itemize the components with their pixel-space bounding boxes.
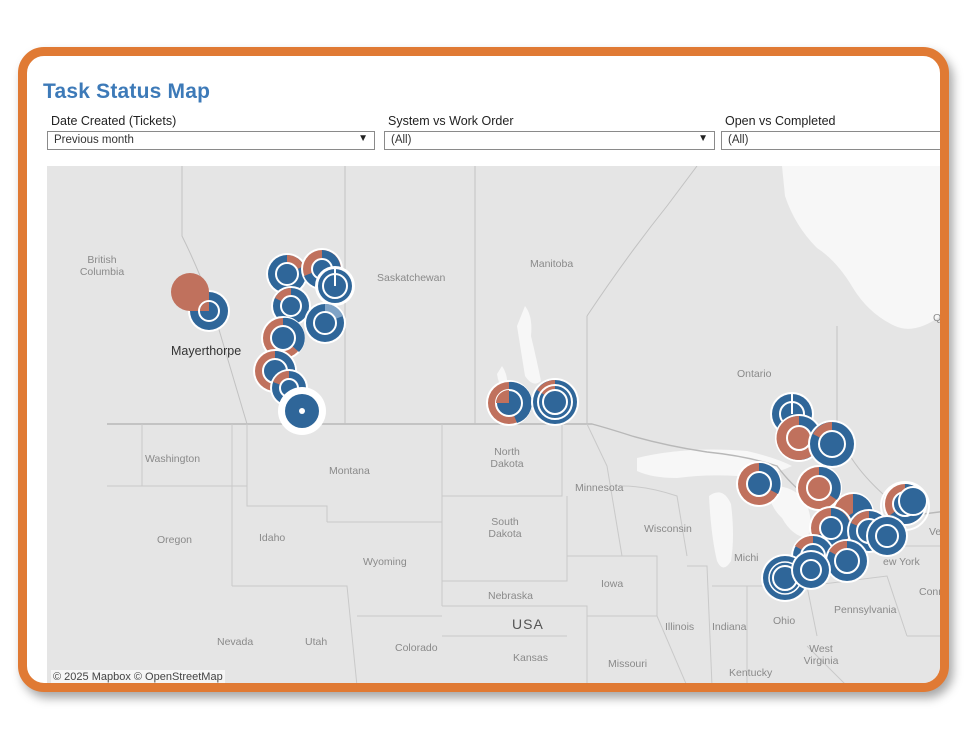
task-marker[interactable] — [866, 515, 908, 557]
task-marker[interactable] — [304, 302, 346, 344]
task-marker[interactable] — [791, 550, 831, 590]
filter-date-created: Date Created (Tickets) Previous month ▼ — [47, 114, 375, 150]
dashboard-title: Task Status Map — [43, 80, 211, 103]
caret-down-icon: ▼ — [358, 133, 368, 144]
filter-open-completed: Open vs Completed (All) — [721, 114, 940, 150]
map-attribution[interactable]: © 2025 Mapbox © OpenStreetMap — [51, 670, 225, 683]
date-created-dropdown[interactable]: Previous month ▼ — [47, 131, 375, 150]
filter-label: Date Created (Tickets) — [51, 114, 177, 128]
task-marker[interactable] — [278, 387, 326, 435]
dashboard-frame: Task Status Map Date Created (Tickets) P… — [18, 47, 949, 692]
task-markers — [171, 248, 930, 602]
caret-down-icon: ▼ — [698, 133, 708, 144]
filter-system-work-order: System vs Work Order (All) ▼ — [384, 114, 715, 150]
task-marker[interactable] — [736, 461, 782, 507]
task-marker[interactable] — [315, 266, 355, 306]
task-marker[interactable] — [171, 273, 230, 332]
dropdown-value: (All) — [391, 134, 412, 146]
dropdown-value: (All) — [728, 134, 749, 146]
task-marker[interactable] — [808, 420, 856, 468]
task-status-map[interactable]: British Columbia Saskatchewan Manitoba O… — [47, 166, 940, 683]
filter-label: Open vs Completed — [725, 114, 836, 128]
system-work-order-dropdown[interactable]: (All) ▼ — [384, 131, 715, 150]
open-completed-dropdown[interactable]: (All) — [721, 131, 940, 150]
task-marker[interactable] — [825, 539, 869, 583]
filter-label: System vs Work Order — [388, 114, 514, 128]
task-marker[interactable] — [486, 380, 532, 426]
task-marker[interactable] — [531, 378, 579, 426]
dropdown-value: Previous month — [54, 134, 134, 146]
